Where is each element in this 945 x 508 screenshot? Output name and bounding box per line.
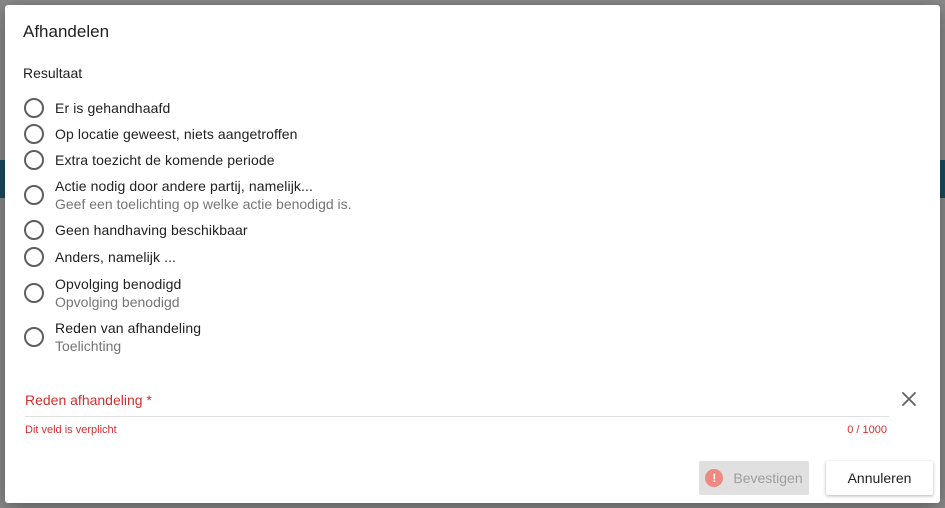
radio-option-anders[interactable]: Anders, namelijk ... [24, 247, 176, 267]
radio-option-opvolging[interactable]: Opvolging benodigd Opvolging benodigd [24, 275, 181, 311]
radio-option-label: Er is gehandhaafd [55, 100, 171, 116]
radio-option-hint: Geef een toelichting op welke actie beno… [55, 196, 352, 212]
radio-option-gehandhaafd[interactable]: Er is gehandhaafd [24, 98, 170, 118]
radio-option-label: Anders, namelijk ... [55, 249, 177, 265]
radio-option-reden[interactable]: Reden van afhandeling Toelichting [24, 319, 201, 355]
radio-option-label: Actie nodig door andere partij, namelijk… [55, 178, 313, 194]
radio-button[interactable] [24, 150, 44, 170]
field-error-message: Dit veld is verplicht [25, 424, 117, 436]
radio-button[interactable] [24, 247, 44, 267]
radio-option-label: Geen handhaving beschikbaar [55, 222, 248, 238]
radio-option-andere-partij[interactable]: Actie nodig door andere partij, namelijk… [24, 177, 352, 213]
radio-button[interactable] [24, 124, 44, 144]
cancel-button[interactable]: Annuleren [826, 461, 933, 495]
radio-option-label: Op locatie geweest, niets aangetroffen [55, 126, 298, 142]
confirm-button-label: Bevestigen [733, 470, 803, 486]
radio-option-label: Extra toezicht de komende periode [55, 152, 275, 168]
dialog-title: Afhandelen [23, 22, 110, 41]
radio-option-niets-aangetroffen[interactable]: Op locatie geweest, niets aangetroffen [24, 124, 297, 144]
radio-option-extra-toezicht[interactable]: Extra toezicht de komende periode [24, 150, 275, 170]
radio-option-geen-handhaving[interactable]: Geen handhaving beschikbaar [24, 220, 248, 240]
afhandelen-dialog: Afhandelen Resultaat Er is gehandhaafd O… [5, 5, 940, 503]
radio-button[interactable] [24, 220, 44, 240]
radio-option-label: Opvolging benodigd [55, 276, 182, 292]
cancel-button-label: Annuleren [847, 470, 912, 486]
radio-button[interactable] [24, 283, 44, 303]
radio-button[interactable] [24, 98, 44, 118]
radio-option-hint: Toelichting [55, 338, 122, 354]
close-icon[interactable] [898, 388, 920, 410]
character-counter: 0 / 1000 [847, 424, 887, 436]
radio-option-hint: Opvolging benodigd [55, 294, 180, 310]
result-section-label: Resultaat [23, 65, 83, 81]
warning-icon: ! [705, 469, 724, 487]
radio-button[interactable] [24, 327, 44, 347]
close-icon-glyph [902, 392, 916, 406]
radio-button[interactable] [24, 185, 44, 205]
confirm-button[interactable]: ! Bevestigen [699, 461, 809, 495]
reden-afhandeling-field[interactable]: Reden afhandeling * [25, 388, 889, 417]
reden-afhandeling-input[interactable] [25, 388, 889, 416]
radio-option-label: Reden van afhandeling [55, 320, 202, 336]
